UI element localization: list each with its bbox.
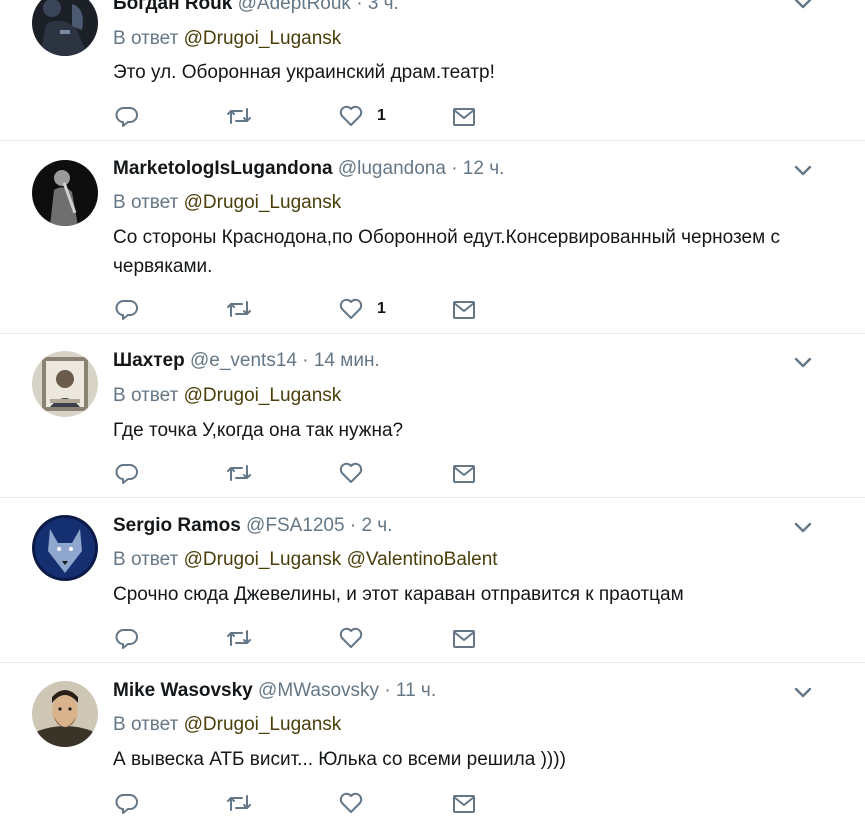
author-name[interactable]: Богдан Rouk [113, 0, 232, 14]
tweet-header: Богдан Rouk @AdeptRouk · 3 ч. [113, 0, 399, 16]
envelope-icon[interactable] [451, 463, 477, 489]
reply-prefix: В ответ [113, 549, 179, 570]
timestamp[interactable]: 2 ч. [361, 515, 392, 536]
author-name[interactable]: Sergio Ramos [113, 515, 241, 536]
tweet-divider [0, 333, 865, 334]
reply-icon[interactable] [115, 461, 139, 487]
timestamp[interactable]: 14 мин. [314, 350, 380, 371]
reply-icon[interactable] [115, 104, 139, 130]
tweet-actions: 1 [113, 104, 493, 130]
tweet-header: Шахтер @e_vents14 · 14 мин. [113, 349, 380, 373]
separator: · [451, 158, 458, 179]
bearded-man-avatar [32, 681, 98, 747]
author-handle[interactable]: @lugandona [338, 158, 446, 179]
tweet-text: Где точка У,когда она так нужна? [113, 420, 404, 441]
chevron-down-icon[interactable] [792, 516, 814, 538]
tweet-header: Mike Wasovsky @MWasovsky · 11 ч. [113, 679, 436, 703]
tweet-divider [0, 497, 865, 498]
heart-icon[interactable] [338, 791, 364, 817]
reply-icon[interactable] [115, 791, 139, 817]
reply-context: В ответ @Drugoi_Lugansk [113, 191, 341, 215]
tweet-text: Со стороны Краснодона,по Оборонной едут.… [113, 227, 780, 277]
avatar[interactable] [32, 0, 98, 56]
mention-link[interactable]: @ValentinoBalent [347, 549, 498, 570]
separator: · [384, 680, 391, 701]
tweet-text: Это ул. Оборонная украинский драм.театр! [113, 62, 495, 83]
reply-prefix: В ответ [113, 192, 179, 213]
retweet-icon[interactable] [225, 104, 253, 130]
envelope-icon[interactable] [451, 299, 477, 325]
chevron-down-icon[interactable] [792, 0, 814, 14]
reply-prefix: В ответ [113, 714, 179, 735]
separator: · [302, 350, 309, 371]
author-handle[interactable]: @MWasovsky [258, 680, 379, 701]
separator: · [356, 0, 363, 14]
author-handle[interactable]: @AdeptRouk [238, 0, 351, 14]
tweet-actions [113, 626, 493, 652]
mention-link[interactable]: @Drugoi_Lugansk [184, 549, 342, 570]
tweet-header: MarketologIsLugandona @lugandona · 12 ч. [113, 157, 504, 181]
reply-feed: Богдан Rouk @AdeptRouk · 3 ч. В ответ @Dr… [0, 0, 865, 821]
reply-icon[interactable] [115, 297, 139, 323]
chevron-down-icon[interactable] [792, 681, 814, 703]
tweet-divider [0, 140, 865, 141]
wolf-avatar [32, 515, 98, 581]
reply-context: В ответ @Drugoi_Lugansk [113, 384, 341, 408]
avatar[interactable] [32, 351, 98, 417]
envelope-icon[interactable] [451, 628, 477, 654]
reply-context: В ответ @Drugoi_Lugansk @ValentinoBalent [113, 548, 498, 572]
heart-icon[interactable] [338, 297, 364, 323]
retweet-icon[interactable] [225, 297, 253, 323]
dark-figure-avatar [32, 0, 98, 56]
author-name[interactable]: Шахтер [113, 350, 185, 371]
heart-icon[interactable] [338, 461, 364, 487]
heart-icon[interactable] [338, 104, 364, 130]
mention-link[interactable]: @Drugoi_Lugansk [184, 192, 342, 213]
author-name[interactable]: MarketologIsLugandona [113, 158, 333, 179]
timestamp[interactable]: 3 ч. [368, 0, 399, 14]
reply-context: В ответ @Drugoi_Lugansk [113, 27, 341, 51]
tweet-text: Срочно сюда Джевелины, и этот караван от… [113, 584, 684, 605]
tweet-actions [113, 791, 493, 817]
mention-link[interactable]: @Drugoi_Lugansk [184, 385, 342, 406]
author-handle[interactable]: @e_vents14 [190, 350, 297, 371]
reply-prefix: В ответ [113, 385, 179, 406]
reply-context: В ответ @Drugoi_Lugansk [113, 713, 341, 737]
tweet-header: Sergio Ramos @FSA1205 · 2 ч. [113, 514, 392, 538]
avatar[interactable] [32, 160, 98, 226]
reply-prefix: В ответ [113, 28, 179, 49]
tweet-divider [0, 662, 865, 663]
author-handle[interactable]: @FSA1205 [246, 515, 345, 536]
separator: · [349, 515, 357, 536]
envelope-icon[interactable] [451, 793, 477, 819]
chevron-down-icon[interactable] [792, 159, 814, 181]
retweet-icon[interactable] [225, 791, 253, 817]
retweet-icon[interactable] [225, 461, 253, 487]
reply-icon[interactable] [115, 626, 139, 652]
retweet-icon[interactable] [225, 626, 253, 652]
like-count: 1 [377, 107, 386, 124]
chevron-down-icon[interactable] [792, 351, 814, 373]
portrait-photo-avatar [32, 351, 98, 417]
heart-icon[interactable] [338, 626, 364, 652]
tweet-actions: 1 [113, 297, 493, 323]
author-name[interactable]: Mike Wasovsky [113, 680, 253, 701]
mention-link[interactable]: @Drugoi_Lugansk [184, 28, 342, 49]
timestamp[interactable]: 12 ч. [463, 158, 505, 179]
mention-link[interactable]: @Drugoi_Lugansk [184, 714, 342, 735]
tweet-actions [113, 461, 493, 487]
tweet-text: А вывеска АТБ висит... Юлька со всеми ре… [113, 749, 566, 770]
like-count: 1 [377, 300, 386, 317]
timestamp[interactable]: 11 ч. [396, 680, 436, 701]
soldier-silhouette-avatar [32, 160, 98, 226]
avatar[interactable] [32, 681, 98, 747]
envelope-icon[interactable] [451, 106, 477, 132]
avatar[interactable] [32, 515, 98, 581]
